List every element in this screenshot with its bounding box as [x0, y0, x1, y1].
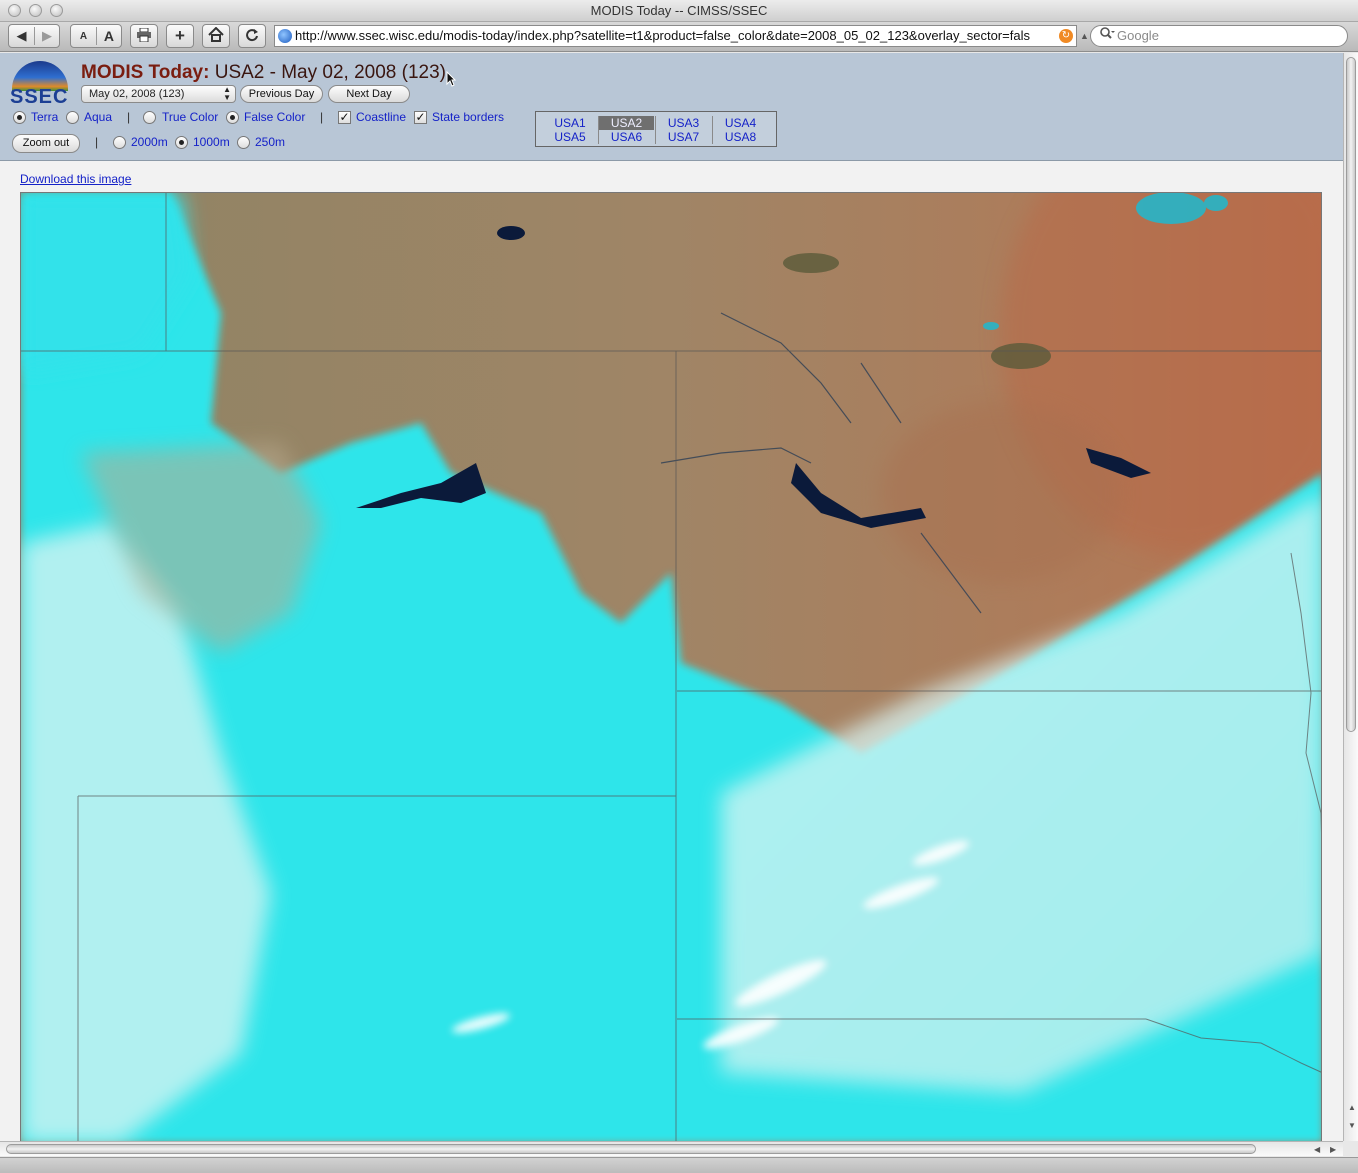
back-arrow-icon[interactable]: ◀ — [9, 28, 34, 44]
status-bar — [0, 1157, 1358, 1173]
horizontal-scrollbar[interactable]: ◀ ▶ — [0, 1141, 1343, 1156]
sector-grid: USA1 USA2 USA3 USA4 USA5 USA6 USA7 USA8 — [535, 111, 777, 147]
aqua-radio[interactable] — [66, 111, 79, 124]
download-image-link[interactable]: Download this image — [20, 172, 131, 186]
rss-icon[interactable]: ↻ — [1059, 29, 1073, 43]
res-1000m-radio[interactable] — [175, 136, 188, 149]
sector-usa5[interactable]: USA5 — [542, 130, 598, 144]
globe-icon — [278, 29, 292, 43]
page-title: MODIS Today: USA2 - May 02, 2008 (123) — [81, 62, 446, 84]
text-bigger-button[interactable]: A — [97, 28, 121, 44]
logo-text: SSEC — [10, 86, 69, 108]
sector-usa2[interactable]: USA2 — [598, 116, 654, 130]
res-2000m-label[interactable]: 2000m — [131, 135, 168, 149]
coastline-label[interactable]: Coastline — [356, 110, 406, 124]
scroll-down-arrow-icon[interactable]: ▼ — [1348, 1121, 1356, 1130]
state-borders-checkbox[interactable]: ✓ — [414, 111, 427, 124]
res-1000m-label[interactable]: 1000m — [193, 135, 230, 149]
zoom-out-button[interactable]: Zoom out — [12, 134, 80, 153]
print-icon — [136, 27, 152, 45]
false-color-radio[interactable] — [226, 111, 239, 124]
magnifier-icon — [1099, 26, 1115, 46]
home-icon — [208, 26, 224, 45]
text-size-group: A A — [70, 24, 122, 48]
reload-icon — [245, 28, 259, 45]
res-250m-label[interactable]: 250m — [255, 135, 285, 149]
forward-arrow-icon[interactable]: ▶ — [35, 28, 59, 44]
date-select[interactable]: May 02, 2008 (123) ▲ ▼ — [81, 85, 236, 103]
scroll-right-arrow-icon[interactable]: ▶ — [1330, 1145, 1336, 1154]
minimize-window-icon[interactable] — [29, 4, 42, 17]
date-select-value: May 02, 2008 (123) — [89, 88, 185, 100]
true-color-label[interactable]: True Color — [162, 110, 218, 124]
false-color-label[interactable]: False Color — [244, 110, 305, 124]
separator: | — [320, 110, 324, 124]
false-color-map — [21, 193, 1321, 1141]
separator: | — [127, 110, 131, 124]
previous-day-button[interactable]: Previous Day — [240, 85, 323, 103]
window-titlebar: MODIS Today -- CIMSS/SSEC — [0, 0, 1358, 22]
search-placeholder: Google — [1117, 28, 1159, 43]
sector-usa1[interactable]: USA1 — [542, 116, 598, 130]
res-250m-radio[interactable] — [237, 136, 250, 149]
page-header: SSEC MODIS Today: USA2 - May 02, 2008 (1… — [0, 53, 1343, 161]
coastline-checkbox[interactable]: ✓ — [338, 111, 351, 124]
sector-usa3[interactable]: USA3 — [655, 116, 711, 130]
terra-radio[interactable] — [13, 111, 26, 124]
close-window-icon[interactable] — [8, 4, 21, 17]
url-history-arrow-icon[interactable]: ▲ — [1080, 31, 1089, 41]
scroll-up-arrow-icon[interactable]: ▲ — [1348, 1103, 1356, 1112]
sector-usa7[interactable]: USA7 — [655, 130, 711, 144]
vertical-scroll-thumb[interactable] — [1346, 57, 1356, 732]
mouse-cursor-icon — [446, 70, 457, 92]
true-color-radio[interactable] — [143, 111, 156, 124]
text-smaller-button[interactable]: A — [71, 31, 96, 42]
res-2000m-radio[interactable] — [113, 136, 126, 149]
url-field[interactable]: http://www.ssec.wisc.edu/modis-today/ind… — [274, 25, 1077, 47]
sector-usa8[interactable]: USA8 — [712, 130, 768, 144]
url-text: http://www.ssec.wisc.edu/modis-today/ind… — [295, 28, 1030, 43]
satellite-image[interactable] — [20, 192, 1322, 1141]
aqua-label[interactable]: Aqua — [84, 110, 112, 124]
sector-usa4[interactable]: USA4 — [712, 116, 768, 130]
terra-label[interactable]: Terra — [31, 110, 58, 124]
ssec-logo: SSEC — [10, 61, 70, 108]
next-day-button[interactable]: Next Day — [328, 85, 410, 103]
plus-icon: + — [175, 26, 185, 45]
search-field[interactable]: Google — [1090, 25, 1348, 47]
select-arrows-icon: ▲ ▼ — [223, 85, 231, 102]
page-title-brand: MODIS Today: — [81, 62, 210, 83]
home-button[interactable] — [202, 24, 230, 48]
horizontal-scroll-thumb[interactable] — [6, 1144, 1256, 1154]
window-title: MODIS Today -- CIMSS/SSEC — [590, 3, 768, 18]
sector-usa6[interactable]: USA6 — [598, 130, 654, 144]
browser-toolbar: ◀ ▶ A A + http://www.ssec.wisc.edu/modis… — [0, 22, 1358, 52]
back-forward-group: ◀ ▶ — [8, 24, 60, 48]
print-button[interactable] — [130, 24, 158, 48]
reload-button[interactable] — [238, 24, 266, 48]
page-title-subtitle: USA2 - May 02, 2008 (123) — [209, 62, 447, 83]
add-bookmark-button[interactable]: + — [166, 24, 194, 48]
state-borders-label[interactable]: State borders — [432, 110, 504, 124]
zoom-window-icon[interactable] — [50, 4, 63, 17]
vertical-scrollbar[interactable]: ▲ ▼ — [1343, 53, 1358, 1141]
separator: | — [95, 135, 99, 149]
scroll-left-arrow-icon[interactable]: ◀ — [1314, 1145, 1320, 1154]
web-page: SSEC MODIS Today: USA2 - May 02, 2008 (1… — [0, 53, 1343, 1141]
